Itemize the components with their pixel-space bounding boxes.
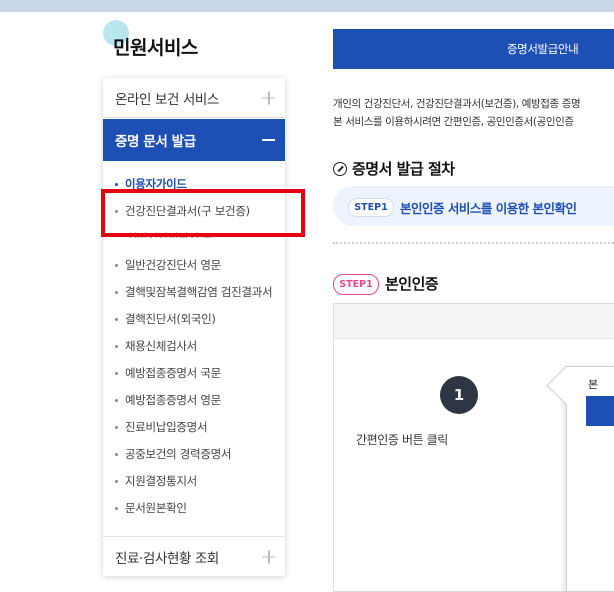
menu-label: 온라인 보건 서비스 bbox=[115, 91, 219, 108]
step1-title: 본인인증 bbox=[385, 275, 439, 293]
bullet-icon bbox=[115, 453, 118, 456]
submenu-item-doc-verify[interactable]: 문서원본확인 bbox=[115, 500, 187, 516]
main-header-title: 증명서발급안내 bbox=[507, 42, 579, 56]
submenu-item-vaccine-english[interactable]: 예방접종증명서 영문 bbox=[115, 392, 221, 408]
step-badge: STEP1 bbox=[348, 198, 394, 217]
plus-icon bbox=[262, 91, 275, 104]
step-banner-text: 본인인증 서비스를 이용한 본인확인 bbox=[400, 201, 577, 216]
submenu-label: 일반건강진단서 영문 bbox=[125, 258, 221, 272]
submenu-label: 공중보건의 경력증명서 bbox=[125, 447, 232, 461]
minus-icon bbox=[262, 139, 275, 141]
submenu-label: 문서원본확인 bbox=[125, 501, 187, 515]
submenu-label: 결핵및잠복결핵감염 검진결과서 bbox=[125, 285, 273, 299]
dotted-divider bbox=[333, 242, 614, 244]
submenu-item-career[interactable]: 공중보건의 경력증명서 bbox=[115, 446, 231, 462]
menu-online-health-service[interactable]: 온라인 보건 서비스 bbox=[103, 78, 285, 118]
bullet-icon bbox=[115, 399, 118, 402]
submenu-label: 예방접종증명서 국문 bbox=[125, 366, 221, 380]
popup-button[interactable] bbox=[586, 396, 614, 426]
bullet-icon bbox=[115, 480, 118, 483]
submenu-item-vaccine-korean[interactable]: 예방접종증명서 국문 bbox=[115, 365, 221, 381]
menu-certificate-issue[interactable]: 증명 문서 발급 bbox=[103, 119, 285, 161]
submenu-item-general-english[interactable]: 일반건강진단서 영문 bbox=[115, 257, 221, 273]
section-title-text: 증명서 발급 절차 bbox=[352, 160, 455, 178]
bullet-icon bbox=[115, 264, 118, 267]
plus-icon bbox=[262, 550, 275, 563]
submenu-label: 진료비납입증명서 bbox=[125, 420, 208, 434]
submenu-label: 결핵진단서(외국인) bbox=[125, 312, 216, 326]
step-panel-header bbox=[334, 304, 614, 339]
bullet-icon bbox=[115, 372, 118, 375]
intro-text-line2: 본 서비스를 이용하시려면 간편인증, 공인인증서(공인인증 bbox=[333, 116, 574, 128]
bullet-icon bbox=[115, 345, 118, 348]
step-number-badge: 1 bbox=[440, 376, 478, 414]
bullet-icon bbox=[115, 426, 118, 429]
submenu-label: 지원결정통지서 bbox=[125, 474, 197, 488]
popup-text: 본 bbox=[588, 378, 599, 391]
main-header-bar: 증명서발급안내 bbox=[333, 29, 614, 69]
menu-label: 증명 문서 발급 bbox=[115, 134, 196, 150]
bullet-icon bbox=[115, 183, 118, 186]
step1-badge: STEP1 bbox=[333, 274, 379, 295]
submenu-label: 예방접종증명서 영문 bbox=[125, 393, 221, 407]
highlight-annotation-box bbox=[101, 189, 305, 237]
submenu-label: 채용신체검사서 bbox=[125, 339, 197, 353]
submenu-item-tb-foreigner[interactable]: 결핵진단서(외국인) bbox=[115, 311, 216, 327]
section-title: 증명서 발급 절차 bbox=[333, 158, 455, 179]
submenu-item-payment[interactable]: 진료비납입증명서 bbox=[115, 419, 208, 435]
sidebar-menu: 온라인 보건 서비스 증명 문서 발급 이용자가이드 건강진단결과서(구 보건증… bbox=[103, 78, 285, 576]
sidebar-title: 민원서비스 bbox=[113, 37, 198, 59]
intro-text-line1: 개인의 건강진단서, 건강진단결과서(보건증), 예방접종 증명 bbox=[333, 98, 581, 110]
bullet-icon bbox=[115, 507, 118, 510]
top-bar bbox=[0, 0, 614, 12]
bullet-icon bbox=[115, 291, 118, 294]
submenu-item-tb-result[interactable]: 결핵및잠복결핵감염 검진결과서 bbox=[115, 284, 273, 300]
submenu-item-employment-exam[interactable]: 채용신체검사서 bbox=[115, 338, 197, 354]
bullet-icon bbox=[115, 318, 118, 321]
menu-label: 진료·검사현황 조회 bbox=[115, 550, 219, 567]
submenu-item-support-notice[interactable]: 지원결정통지서 bbox=[115, 473, 197, 489]
step-description: 간편인증 버튼 클릭 bbox=[356, 433, 448, 447]
menu-inspection-status[interactable]: 진료·검사현황 조회 bbox=[103, 536, 285, 576]
pen-circle-icon bbox=[333, 161, 347, 176]
